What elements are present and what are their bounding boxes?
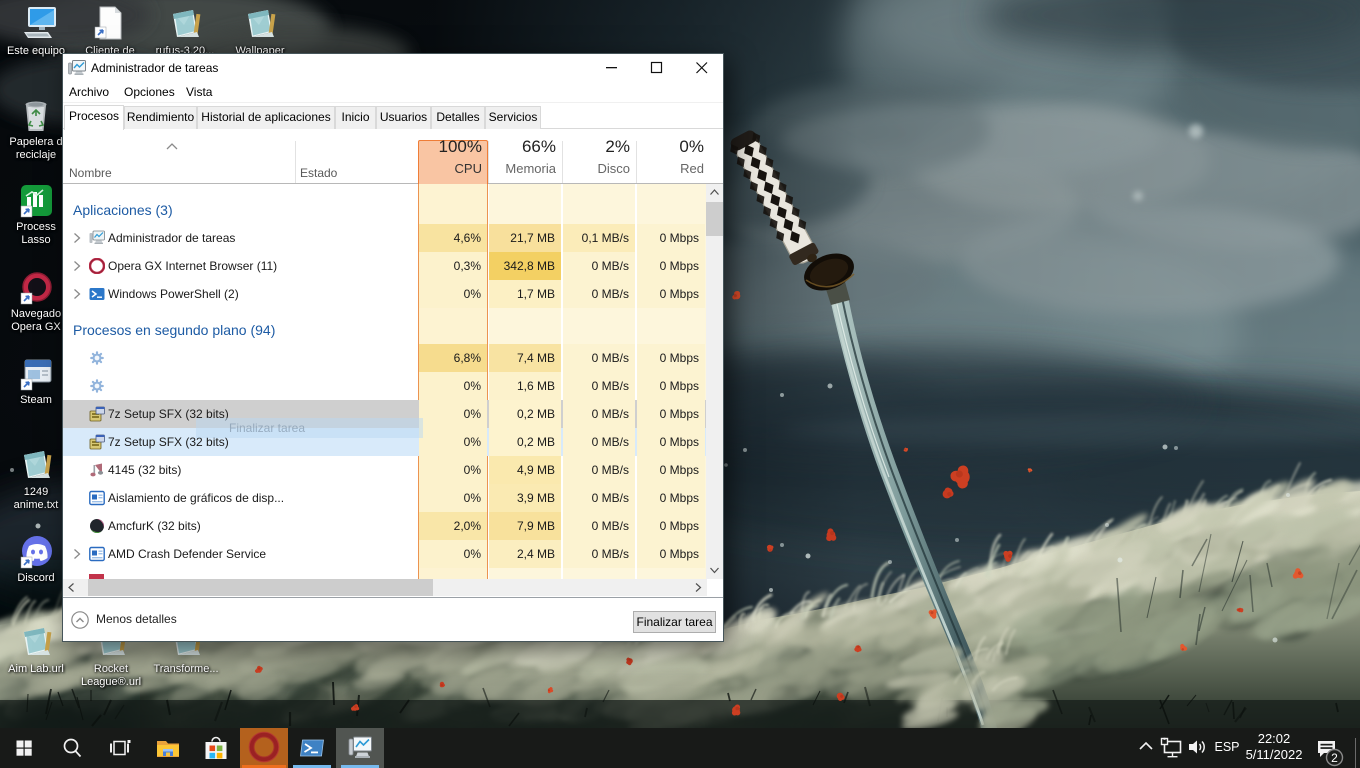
svg-text:2: 2	[1331, 751, 1338, 765]
